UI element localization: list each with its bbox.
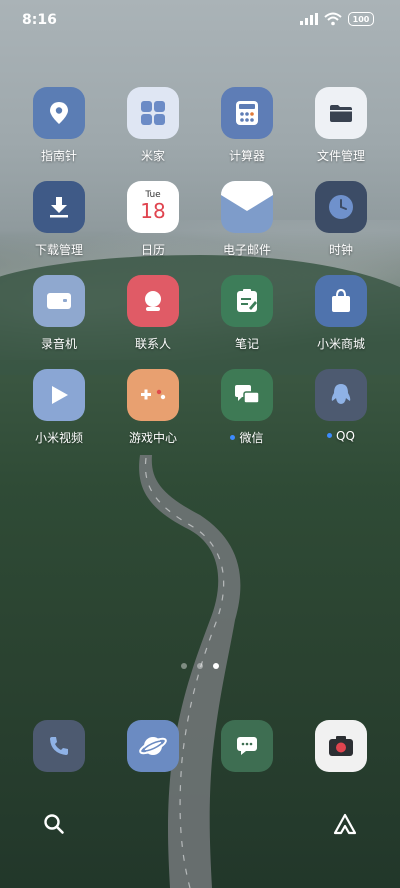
email-icon <box>221 181 273 233</box>
dock-browser[interactable] <box>127 720 179 772</box>
clock-icon <box>315 181 367 233</box>
status-icons: 100 <box>300 12 374 26</box>
dock-phone[interactable] <box>33 720 85 772</box>
app-calculator[interactable]: 计算器 <box>200 87 294 164</box>
app-label: 录音机 <box>40 337 77 351</box>
app-label: 微信 <box>200 429 294 446</box>
app-mi-video[interactable]: 小米视频 <box>12 369 106 446</box>
wechat-icon <box>221 369 273 421</box>
app-notes[interactable]: 笔记 <box>200 275 294 352</box>
page-dot <box>197 663 203 669</box>
app-recorder[interactable]: 录音机 <box>12 275 106 352</box>
app-label-text: QQ <box>336 429 355 443</box>
dock-camera[interactable] <box>315 720 367 772</box>
assistant-button[interactable] <box>331 810 359 838</box>
shopping-bag-icon <box>315 275 367 327</box>
wifi-icon <box>324 12 342 26</box>
app-label: 游戏中心 <box>128 431 177 445</box>
game-controller-icon <box>127 369 179 421</box>
app-label: 指南针 <box>40 149 77 163</box>
app-label: 文件管理 <box>316 149 365 163</box>
app-clock[interactable]: 时钟 <box>294 181 388 258</box>
page-dot <box>181 663 187 669</box>
notes-icon <box>221 275 273 327</box>
app-mijia[interactable]: 米家 <box>106 87 200 164</box>
status-bar: 8:16 100 <box>0 0 400 40</box>
app-label: 电子邮件 <box>222 243 271 257</box>
app-label: 笔记 <box>234 337 259 351</box>
recorder-icon <box>33 275 85 327</box>
battery-icon: 100 <box>348 12 374 26</box>
camera-icon <box>329 736 353 756</box>
contacts-icon <box>127 275 179 327</box>
calendar-icon: Tue 18 <box>127 181 179 233</box>
app-label: 时钟 <box>328 243 353 257</box>
page-indicator <box>0 663 400 669</box>
app-calendar[interactable]: Tue 18 日历 <box>106 181 200 258</box>
battery-level: 100 <box>352 14 370 24</box>
search-icon <box>44 814 64 834</box>
mijia-icon <box>127 87 179 139</box>
notification-dot <box>327 433 333 438</box>
planet-icon <box>139 737 167 755</box>
app-label: 计算器 <box>228 149 265 163</box>
app-file-manager[interactable]: 文件管理 <box>294 87 388 164</box>
download-icon <box>33 181 85 233</box>
search-button[interactable] <box>40 810 68 838</box>
app-mi-store[interactable]: 小米商城 <box>294 275 388 352</box>
app-label: 日历 <box>140 243 165 257</box>
message-bubble-icon <box>237 737 257 755</box>
calculator-icon <box>221 87 273 139</box>
app-label: 联系人 <box>134 337 171 351</box>
assistant-icon <box>333 813 357 835</box>
calendar-day: 18 <box>140 199 166 223</box>
signal-icon <box>300 13 318 25</box>
app-label: 下载管理 <box>34 243 83 257</box>
app-qq[interactable]: QQ <box>294 369 388 443</box>
app-wechat[interactable]: 微信 <box>200 369 294 446</box>
app-label: QQ <box>294 429 388 443</box>
app-download-manager[interactable]: 下载管理 <box>12 181 106 258</box>
play-icon <box>33 369 85 421</box>
page-dot-active <box>213 663 219 669</box>
app-contacts[interactable]: 联系人 <box>106 275 200 352</box>
app-label: 小米视频 <box>34 431 83 445</box>
status-time: 8:16 <box>22 12 57 28</box>
folder-icon <box>315 87 367 139</box>
qq-penguin-icon <box>315 369 367 421</box>
compass-icon <box>33 87 85 139</box>
app-email[interactable]: 电子邮件 <box>200 181 294 258</box>
app-label: 米家 <box>140 149 165 163</box>
phone-icon <box>50 737 68 755</box>
app-game-center[interactable]: 游戏中心 <box>106 369 200 446</box>
dock-messages[interactable] <box>221 720 273 772</box>
app-compass[interactable]: 指南针 <box>12 87 106 164</box>
notification-dot <box>230 435 236 440</box>
app-label: 小米商城 <box>316 337 365 351</box>
app-label-text: 微信 <box>239 431 264 445</box>
